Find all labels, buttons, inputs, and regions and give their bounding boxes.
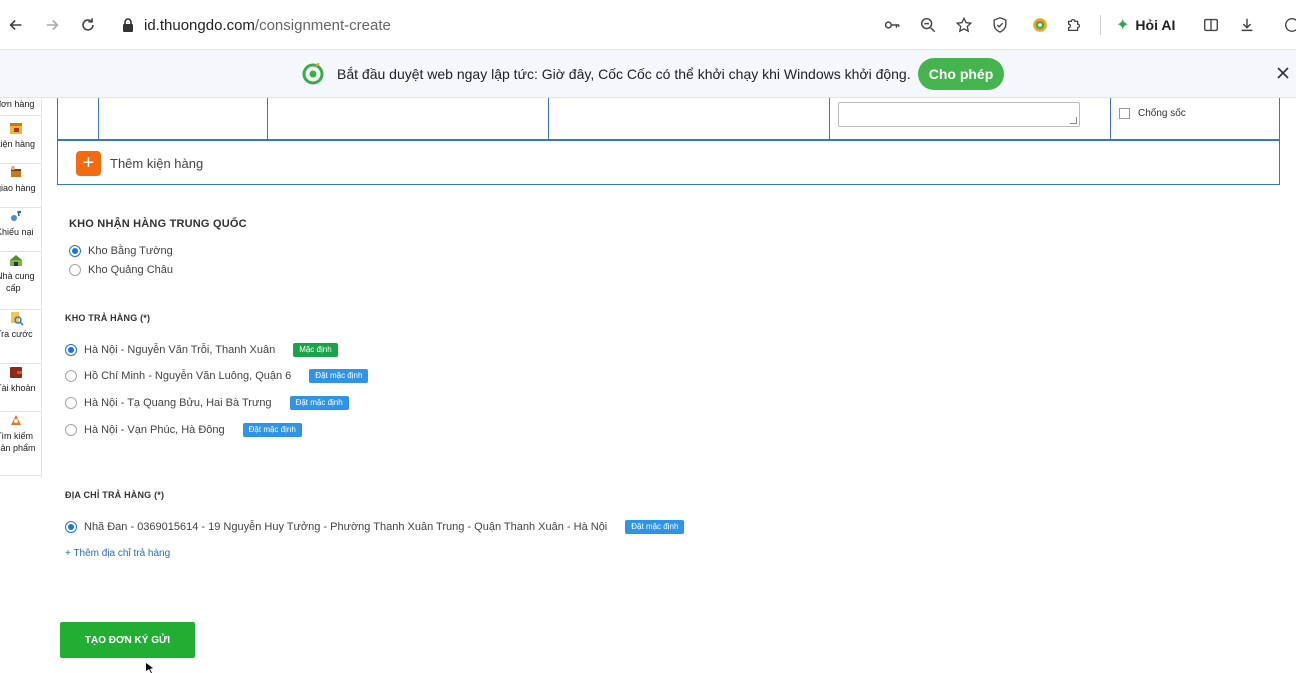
radio-button[interactable] xyxy=(65,397,77,409)
table-divider xyxy=(829,98,830,139)
plus-icon[interactable]: + xyxy=(76,151,101,176)
package-table-row: Chống sốc xyxy=(57,98,1280,140)
reload-icon[interactable] xyxy=(76,13,100,37)
add-package-row[interactable]: + Thêm kiện hàng xyxy=(57,140,1280,185)
radio-button[interactable] xyxy=(69,245,81,257)
option-label: Hà Nội - Nguyễn Văn Trỗi, Thanh Xuân xyxy=(84,344,276,356)
close-icon[interactable] xyxy=(1274,64,1292,82)
sidebar-item-label: kiện hàng xyxy=(0,139,36,149)
url-path: /consignment-create xyxy=(254,16,391,34)
option-label: Kho Quảng Châu xyxy=(88,264,174,276)
browser-toolbar: id.thuongdo.com/consignment-create ✦ Hỏi… xyxy=(0,0,1296,50)
return-warehouse-option[interactable]: Hà Nội - Tạ Quang Bửu, Hai Bà Trưng Đặt … xyxy=(65,396,349,410)
anti-shock-option[interactable]: Chống sốc xyxy=(1119,108,1186,119)
address-bar[interactable]: id.thuongdo.com/consignment-create xyxy=(120,12,391,38)
sidebar-item-label: giao hàng xyxy=(0,183,36,193)
option-label: Hồ Chí Minh - Nguyễn Văn Luông, Quận 6 xyxy=(84,370,292,382)
radio-button[interactable] xyxy=(65,370,77,382)
anti-shock-label: Chống sốc xyxy=(1138,108,1186,119)
return-warehouse-title: KHO TRẢ HÀNG (*) xyxy=(65,313,151,323)
resize-grip-icon[interactable] xyxy=(1070,117,1077,124)
bookmark-star-icon[interactable] xyxy=(952,13,976,37)
sidebar-item-label: Tìm kiếm xyxy=(0,431,33,441)
main-content: Chống sốc + Thêm kiện hàng KHO NHẬN HÀNG… xyxy=(42,98,1296,673)
china-warehouse-option[interactable]: Kho Quảng Châu xyxy=(69,264,173,276)
table-divider xyxy=(1110,98,1111,139)
return-warehouse-option[interactable]: Hà Nội - Vạn Phúc, Hà Đông Đặt mặc định xyxy=(65,423,302,437)
infobar-message: Bắt đầu duyệt web ngay lập tức: Giờ đây,… xyxy=(337,66,911,82)
option-label: Hà Nội - Tạ Quang Bửu, Hai Bà Trưng xyxy=(84,397,272,409)
sidebar-item-label: Tra cước xyxy=(0,329,33,339)
coccoc-logo-icon xyxy=(302,63,324,85)
china-warehouse-option[interactable]: Kho Bằng Tường xyxy=(69,245,173,257)
set-default-button[interactable]: Đặt mặc định xyxy=(625,520,685,534)
sidebar-item-label-line2: cấp xyxy=(6,283,21,293)
complaint-icon xyxy=(11,210,22,221)
set-default-button[interactable]: Đặt mặc định xyxy=(289,396,349,410)
set-default-button[interactable]: Đặt mặc định xyxy=(309,369,369,383)
table-divider xyxy=(98,98,99,139)
return-warehouse-option[interactable]: Hà Nội - Nguyễn Văn Trỗi, Thanh Xuân Mặc… xyxy=(65,343,338,357)
radio-button[interactable] xyxy=(65,344,77,356)
radio-button[interactable] xyxy=(65,521,77,533)
set-default-button[interactable]: Đặt mặc định xyxy=(242,423,302,437)
key-icon[interactable] xyxy=(880,13,904,37)
ask-ai-button[interactable]: ✦ Hỏi AI xyxy=(1116,13,1175,37)
sidebar-item-delivery[interactable]: giao hàng xyxy=(0,164,42,208)
return-address-title: ĐỊA CHỈ TRẢ HÀNG (*) xyxy=(65,490,165,500)
sidebar-item-fee-lookup[interactable]: Tra cước xyxy=(0,310,42,364)
wallet-icon xyxy=(10,367,22,378)
sidebar-item-label: Khiếu nại xyxy=(0,227,34,237)
delivery-icon xyxy=(11,166,21,177)
sparkle-icon: ✦ xyxy=(1116,17,1130,34)
zoom-out-icon[interactable] xyxy=(916,13,940,37)
download-icon[interactable] xyxy=(1235,13,1259,37)
shield-icon[interactable] xyxy=(988,13,1012,37)
sidebar: đơn hàng kiện hàng giao hàng Khiếu nại N… xyxy=(0,98,42,478)
create-consignment-button[interactable]: TẠO ĐƠN KÝ GỬI xyxy=(60,622,195,658)
extensions-puzzle-icon[interactable] xyxy=(1062,13,1086,37)
package-icon xyxy=(10,123,22,134)
anti-shock-checkbox[interactable] xyxy=(1119,108,1130,119)
default-badge: Mặc định xyxy=(293,343,338,357)
product-search-icon xyxy=(11,415,21,425)
table-divider xyxy=(267,98,268,139)
return-warehouse-option[interactable]: Hồ Chí Minh - Nguyễn Văn Luông, Quận 6 Đ… xyxy=(65,369,369,383)
url-host: id.thuongdo.com xyxy=(144,16,255,34)
return-address-option[interactable]: Nhã Đan - 0369015614 - 19 Nguyễn Huy Tưở… xyxy=(65,520,685,534)
add-return-address-link[interactable]: + Thêm địa chỉ trả hàng xyxy=(65,548,170,559)
forward-icon[interactable] xyxy=(40,13,64,37)
sidebar-item-packages[interactable]: kiện hàng xyxy=(0,120,42,164)
sidebar-item-label-line2: sản phẩm xyxy=(0,443,36,453)
supplier-icon xyxy=(10,255,22,266)
option-label: Kho Bằng Tường xyxy=(88,245,173,257)
add-package-label: Thêm kiện hàng xyxy=(110,156,204,171)
sidebar-item-product-search[interactable]: Tìm kiếm sản phẩm xyxy=(0,412,42,476)
radio-button[interactable] xyxy=(65,424,77,436)
allow-button[interactable]: Cho phép xyxy=(918,58,1004,90)
sidebar-item-label: Tài khoản xyxy=(0,383,36,393)
sidebar-item-orders[interactable]: đơn hàng xyxy=(0,96,42,116)
sidebar-item-label: đơn hàng xyxy=(0,99,35,109)
fee-lookup-icon xyxy=(11,312,24,326)
startup-infobar: Bắt đầu duyệt web ngay lập tức: Giờ đây,… xyxy=(0,50,1296,98)
lock-icon xyxy=(123,18,133,32)
sidebar-item-account[interactable]: Tài khoản xyxy=(0,364,42,412)
sidebar-item-label: Nhà cung xyxy=(0,271,35,281)
coccoc-extension-icon[interactable] xyxy=(1028,13,1052,37)
table-divider xyxy=(548,98,549,139)
split-view-icon[interactable] xyxy=(1199,13,1223,37)
mouse-cursor-icon xyxy=(146,663,153,673)
profile-icon[interactable] xyxy=(1280,13,1296,37)
note-textarea[interactable] xyxy=(838,102,1080,127)
china-warehouse-title: KHO NHẬN HÀNG TRUNG QUỐC xyxy=(69,218,247,230)
address-label: Nhã Đan - 0369015614 - 19 Nguyễn Huy Tưở… xyxy=(84,521,608,533)
option-label: Hà Nội - Vạn Phúc, Hà Đông xyxy=(84,424,225,436)
sidebar-item-complaints[interactable]: Khiếu nại xyxy=(0,208,42,252)
sidebar-item-suppliers[interactable]: Nhà cung cấp xyxy=(0,252,42,310)
toolbar-divider xyxy=(1100,15,1101,35)
back-icon[interactable] xyxy=(4,13,28,37)
radio-button[interactable] xyxy=(69,264,81,276)
ask-ai-label: Hỏi AI xyxy=(1135,17,1176,33)
